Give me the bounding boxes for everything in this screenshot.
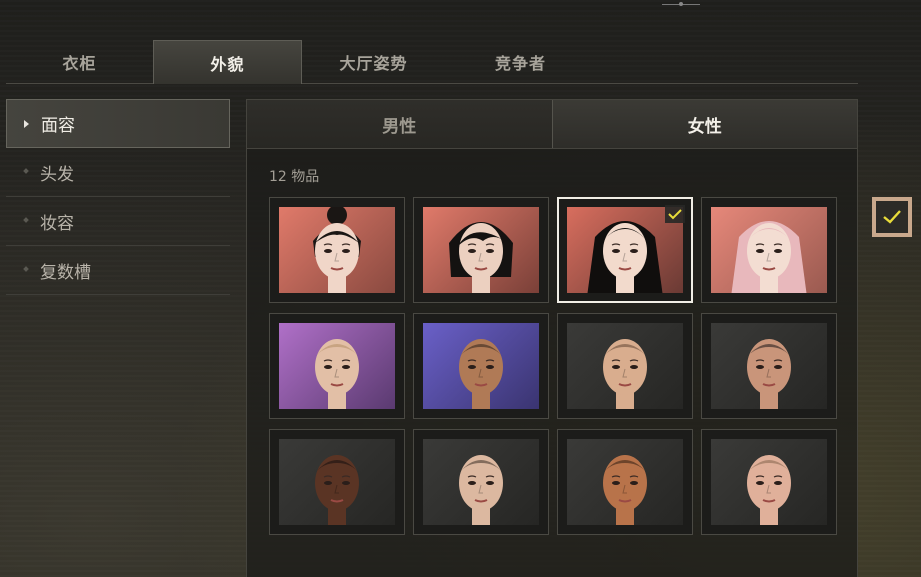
face-thumbnail xyxy=(567,439,683,525)
tab-competitor[interactable]: 竞争者 xyxy=(447,40,594,83)
tab-appearance[interactable]: 外貌 xyxy=(153,40,302,84)
tab-female[interactable]: 女性 xyxy=(551,100,857,148)
face-option-card[interactable] xyxy=(557,313,693,419)
face-thumbnail xyxy=(711,439,827,525)
gender-tabs: 男性 女性 xyxy=(247,100,857,149)
face-option-card[interactable] xyxy=(701,313,837,419)
sidebar-item-label: 妆容 xyxy=(40,213,74,234)
face-option-card[interactable] xyxy=(269,313,405,419)
face-portrait-image xyxy=(313,207,361,293)
face-portrait-image xyxy=(315,339,359,409)
sidebar-item-hair[interactable]: 头发 xyxy=(6,148,230,197)
checkmark-icon xyxy=(883,210,901,224)
face-thumbnail xyxy=(279,323,395,409)
sidebar-item-label: 复数槽 xyxy=(40,262,91,283)
sidebar-item-label: 头发 xyxy=(40,164,74,185)
face-portrait-image xyxy=(603,339,647,409)
face-option-card[interactable] xyxy=(413,429,549,535)
tab-lobby-pose[interactable]: 大厅姿势 xyxy=(300,40,447,83)
face-option-card[interactable] xyxy=(413,197,549,303)
bullet-icon xyxy=(23,168,29,174)
face-thumbnail xyxy=(279,207,395,293)
face-thumbnail xyxy=(567,323,683,409)
bullet-icon xyxy=(23,266,29,272)
face-portrait-image xyxy=(747,455,791,525)
face-thumbnail xyxy=(711,207,827,293)
face-portrait-image xyxy=(459,455,503,525)
face-thumbnail xyxy=(423,439,539,525)
face-option-card[interactable] xyxy=(557,429,693,535)
tab-male[interactable]: 男性 xyxy=(247,100,552,148)
face-panel: 男性 女性 12 物品 xyxy=(246,99,858,577)
face-option-card[interactable] xyxy=(413,313,549,419)
checkbox xyxy=(876,201,908,233)
sidebar-item-face[interactable]: 面容 xyxy=(6,99,230,148)
face-option-card[interactable] xyxy=(701,197,837,303)
bullet-icon xyxy=(23,217,29,223)
face-portrait-image xyxy=(747,339,791,409)
face-portrait-image xyxy=(603,455,647,525)
face-portrait-image xyxy=(459,339,503,409)
face-portrait-image xyxy=(315,455,359,525)
top-ornament xyxy=(662,2,700,6)
face-option-card[interactable] xyxy=(269,429,405,535)
tab-wardrobe[interactable]: 衣柜 xyxy=(6,40,153,83)
face-portrait-image xyxy=(449,222,513,293)
sidebar-item-multi-slot[interactable]: 复数槽 xyxy=(6,246,230,295)
item-count: 12 物品 xyxy=(269,169,320,185)
face-option-card[interactable] xyxy=(701,429,837,535)
show-owned-toggle[interactable] xyxy=(872,197,912,237)
sidebar-item-label: 面容 xyxy=(41,116,75,136)
face-thumbnail xyxy=(423,207,539,293)
face-thumbnail xyxy=(279,439,395,525)
face-thumbnail xyxy=(711,323,827,409)
face-portrait-image xyxy=(731,221,807,293)
face-option-card[interactable] xyxy=(269,197,405,303)
sidebar-item-makeup[interactable]: 妆容 xyxy=(6,197,230,246)
face-option-card[interactable] xyxy=(557,197,693,303)
sidebar: 面容 头发 妆容 复数槽 xyxy=(6,99,230,295)
face-thumbnail xyxy=(423,323,539,409)
selected-check-icon xyxy=(665,205,685,223)
arrow-right-icon xyxy=(24,120,29,128)
category-tabs: 衣柜 外貌 大厅姿势 竞争者 xyxy=(6,40,858,84)
